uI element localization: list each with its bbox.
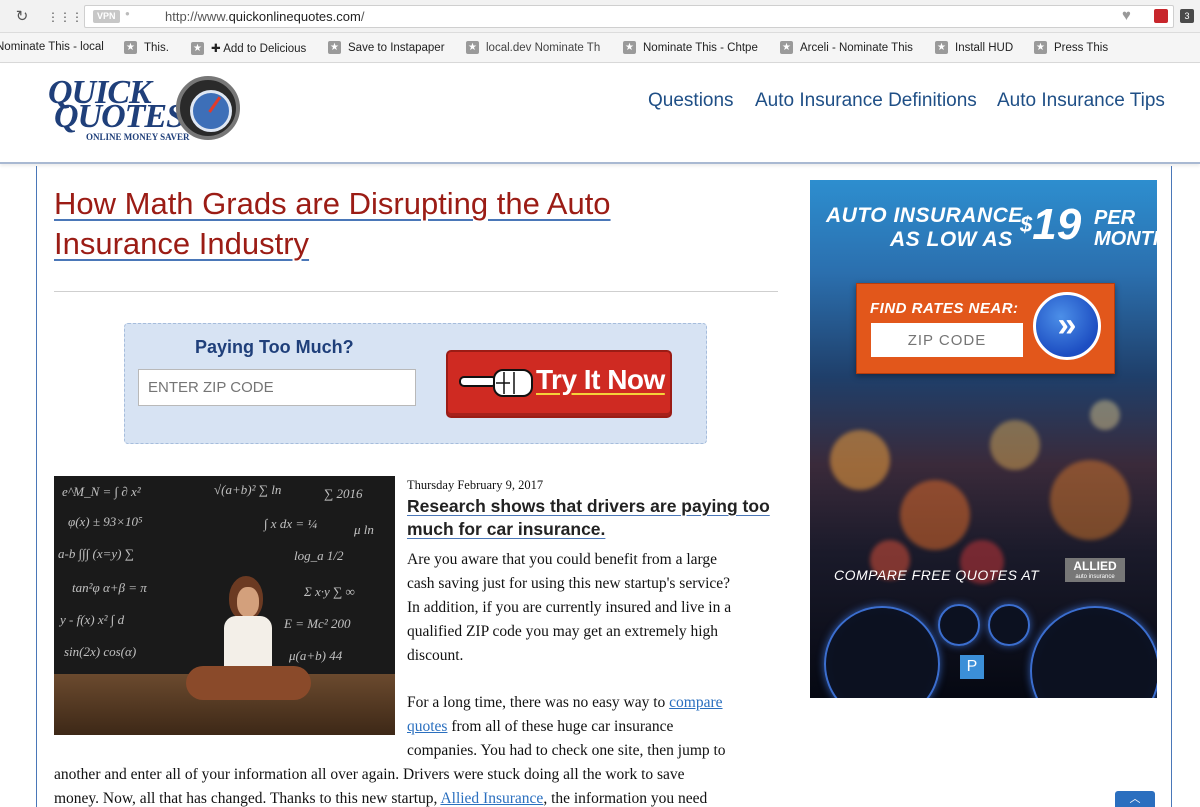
quotes-link[interactable]: quotes bbox=[407, 718, 447, 735]
nav-auto-insurance-definitions[interactable]: Auto Insurance Definitions bbox=[755, 90, 977, 112]
ad-per-month: PERMONTH bbox=[1094, 207, 1157, 250]
article-date: Thursday February 9, 2017 bbox=[407, 478, 544, 492]
ad-headline-1: AUTO INSURANCE bbox=[826, 204, 1023, 227]
ad-zip-input[interactable] bbox=[871, 323, 1023, 357]
browser-toolbar: ↻ ⋮⋮⋮ VPN ● http://www.quickonlinequotes… bbox=[0, 0, 1200, 33]
bookmark-item[interactable]: ★ local.dev Nominate Th bbox=[466, 41, 606, 54]
bookmark-item[interactable]: ★ Nominate This - Chtpe bbox=[623, 41, 758, 54]
bookmark-item[interactable]: ★ Press This bbox=[1034, 41, 1108, 54]
speedometer-icon bbox=[176, 76, 240, 140]
ad-form-label: FIND RATES NEAR: bbox=[870, 300, 1019, 317]
bookmark-heart-icon[interactable]: ♥ bbox=[1122, 7, 1131, 24]
allied-insurance-link[interactable]: Allied Insurance bbox=[440, 790, 543, 807]
bookmark-item[interactable]: ★ Arceli - Nominate This bbox=[780, 41, 913, 54]
vpn-badge[interactable]: VPN bbox=[93, 10, 120, 23]
logo-text-quotes: QUOTES bbox=[54, 98, 185, 135]
speedometer-gauge-icon bbox=[824, 606, 940, 698]
ad-go-button[interactable]: » bbox=[1033, 292, 1101, 360]
compare-link[interactable]: compare bbox=[669, 694, 722, 711]
zip-prompt: Paying Too Much? bbox=[195, 337, 354, 357]
bookmarks-bar: Nominate This - local ★ This. ★ ✚ Add to D… bbox=[0, 33, 1200, 63]
vpn-status-icon: ● bbox=[125, 9, 130, 18]
title-line-1[interactable]: How Math Grads are Disrupting the Auto bbox=[54, 186, 611, 221]
ad-headline-2: AS LOW AS bbox=[890, 228, 1013, 251]
article-paragraph-2b: another and enter all of your informatio… bbox=[54, 766, 708, 807]
park-indicator-icon: P bbox=[960, 655, 984, 679]
temp-gauge-icon bbox=[988, 604, 1030, 646]
allied-logo: ALLIED auto insurance bbox=[1065, 558, 1125, 582]
nav-auto-insurance-tips[interactable]: Auto Insurance Tips bbox=[997, 90, 1165, 112]
star-icon: ★ bbox=[466, 41, 479, 54]
address-bar[interactable]: VPN ● http://www.quickonlinequotes.com/ … bbox=[84, 5, 1174, 28]
title-line-2[interactable]: Insurance Industry bbox=[54, 226, 309, 261]
ad-zip-form: FIND RATES NEAR: » bbox=[856, 283, 1115, 374]
bookmark-item[interactable]: ★ ✚ Add to Delicious bbox=[191, 41, 306, 55]
sidebar-ad[interactable]: AUTO INSURANCE AS LOW AS $19 PERMONTH FI… bbox=[810, 180, 1157, 698]
try-it-now-label: Try It Now bbox=[536, 364, 665, 395]
reload-icon[interactable]: ↻ bbox=[9, 7, 35, 27]
star-icon: ★ bbox=[191, 41, 204, 55]
tachometer-gauge-icon bbox=[1030, 606, 1157, 698]
site-logo[interactable]: QUICK QUOTES ONLINE MONEY SAVER bbox=[46, 76, 246, 146]
extension-icon[interactable] bbox=[1154, 9, 1168, 23]
article-subhead[interactable]: Research shows that drivers are paying t… bbox=[407, 495, 787, 541]
fuel-gauge-icon bbox=[938, 604, 980, 646]
pointing-hand-icon bbox=[459, 369, 533, 397]
bookmark-item[interactable]: ★ Install HUD bbox=[935, 41, 1013, 54]
article-paragraph-1: Are you aware that you could benefit fro… bbox=[407, 551, 732, 664]
nav-questions[interactable]: Questions bbox=[648, 90, 734, 112]
star-icon: ★ bbox=[1034, 41, 1047, 54]
zip-input[interactable] bbox=[138, 369, 416, 406]
try-it-now-button[interactable]: Try It Now bbox=[446, 350, 672, 418]
zip-form: Paying Too Much? Try It Now bbox=[124, 323, 707, 444]
logo-tagline: ONLINE MONEY SAVER bbox=[86, 132, 190, 142]
divider bbox=[54, 291, 778, 292]
site-header: QUICK QUOTES ONLINE MONEY SAVER Question… bbox=[0, 64, 1200, 164]
star-icon: ★ bbox=[124, 41, 137, 54]
url-text[interactable]: http://www.quickonlinequotes.com/ bbox=[165, 9, 364, 24]
scroll-to-top-button[interactable]: ︿ bbox=[1115, 791, 1155, 807]
page-title[interactable]: How Math Grads are Disrupting the Auto I… bbox=[54, 184, 674, 264]
extension-badge-icon[interactable]: 3 bbox=[1180, 9, 1194, 23]
bookmark-item[interactable]: Nominate This - local bbox=[0, 41, 104, 53]
ad-compare-text: COMPARE FREE QUOTES AT bbox=[834, 567, 1040, 583]
star-icon: ★ bbox=[623, 41, 636, 54]
star-icon: ★ bbox=[935, 41, 948, 54]
bookmark-item[interactable]: ★ This. bbox=[124, 41, 169, 54]
article-photo: e^M_N = ∫ ∂ x² √(a+b)² ∑ ln ∑ 2016 φ(x) … bbox=[54, 476, 395, 735]
ad-price: $19 bbox=[1020, 200, 1082, 249]
bookmark-item[interactable]: ★ Save to Instapaper bbox=[328, 41, 445, 54]
star-icon: ★ bbox=[328, 41, 341, 54]
apps-grid-icon[interactable]: ⋮⋮⋮ bbox=[47, 7, 83, 27]
star-icon: ★ bbox=[780, 41, 793, 54]
article-paragraph-2a: For a long time, there was no easy way t… bbox=[407, 694, 726, 759]
